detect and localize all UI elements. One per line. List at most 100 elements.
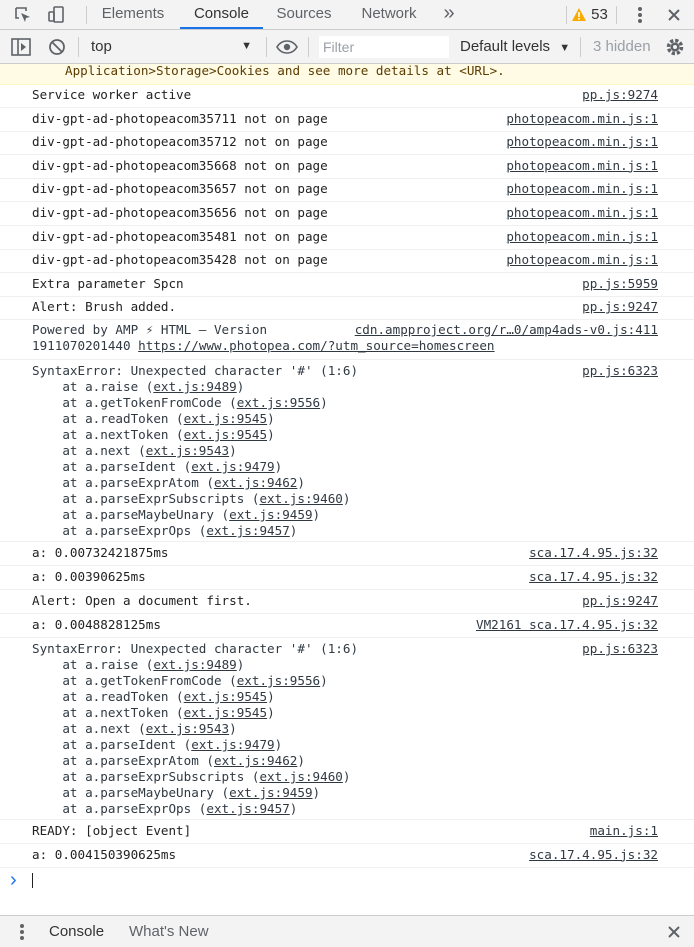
stack-frame-link[interactable]: ext.js:9457 (206, 801, 289, 816)
log-source-link[interactable]: VM2161 sca.17.4.95.js:32 (476, 617, 658, 632)
stack-frame-function: at a.parseIdent ( (32, 459, 192, 474)
amp-line-2: 1911070201440 https://www.photopea.com/?… (32, 338, 495, 353)
log-message: Alert: Open a document first. (32, 593, 252, 608)
device-toolbar-icon[interactable] (42, 0, 72, 29)
log-source-link[interactable]: main.js:1 (590, 823, 658, 838)
stack-frame-close-paren: ) (229, 721, 237, 736)
stack-frame-close-paren: ) (236, 379, 245, 394)
log-source-link[interactable]: photopeacom.min.js:1 (506, 181, 658, 196)
stack-frame-link[interactable]: ext.js:9556 (237, 673, 320, 688)
context-selector[interactable]: top ▼ (84, 30, 256, 63)
stack-frame-function: at a.parseExprOps ( (32, 523, 207, 538)
stack-frame-function: at a.parseExprSubscripts ( (32, 769, 260, 784)
log-source-link[interactable]: sca.17.4.95.js:32 (529, 545, 658, 560)
log-source-link[interactable]: photopeacom.min.js:1 (506, 158, 658, 173)
syntax-error-source-link[interactable]: pp.js:6323 (582, 641, 658, 656)
log-source-link[interactable]: pp.js:9247 (582, 299, 658, 314)
stack-frame-close-paren: ) (342, 769, 351, 784)
tab-elements[interactable]: Elements (95, 0, 171, 29)
log-source-link[interactable]: photopeacom.min.js:1 (506, 134, 658, 149)
stack-frame: at a.next (ext.js:9543) (32, 443, 236, 458)
stack-frame-function: at a.parseMaybeUnary ( (32, 507, 230, 522)
dropdown-arrow-icon: ▼ (559, 42, 571, 54)
stack-frame-function: at a.raise ( (32, 379, 154, 394)
stack-frame-link[interactable]: ext.js:9459 (229, 785, 312, 800)
stack-frame: at a.nextToken (ext.js:9545) (32, 427, 274, 442)
log-row: div-gpt-ad-photopeacom35428 not on page p… (0, 249, 694, 274)
log-message: div-gpt-ad-photopeacom35712 not on page (32, 134, 328, 150)
log-source-link[interactable]: sca.17.4.95.js:32 (529, 569, 658, 584)
stack-frame-link[interactable]: ext.js:9489 (153, 379, 236, 394)
toolbar-divider (308, 37, 309, 57)
show-sidebar-icon[interactable] (8, 30, 34, 63)
stack-frame-link[interactable]: ext.js:9462 (214, 753, 297, 768)
stack-frame: at a.parseExprOps (ext.js:9457) (32, 801, 297, 816)
live-expression-eye-icon[interactable] (274, 30, 300, 63)
close-drawer-icon[interactable] (664, 916, 684, 947)
tab-network[interactable]: Network (352, 0, 426, 29)
stack-frame-link[interactable]: ext.js:9556 (237, 395, 320, 410)
stack-frame-link[interactable]: ext.js:9489 (153, 657, 236, 672)
stack-frame-function: at a.readToken ( (32, 689, 184, 704)
filter-input[interactable] (319, 36, 449, 58)
clear-console-icon[interactable] (44, 30, 70, 63)
stack-frame-function: at a.parseExprOps ( (32, 801, 207, 816)
stack-frame-link[interactable]: ext.js:9543 (146, 721, 229, 736)
stack-frame-link[interactable]: ext.js:9479 (191, 459, 274, 474)
drawer-menu-icon[interactable] (12, 916, 32, 947)
stack-frame-link[interactable]: ext.js:9545 (184, 689, 267, 704)
amp-link[interactable]: https://www.photopea.com/?utm_source=hom… (138, 338, 494, 353)
warnings-counter[interactable]: 53 (570, 0, 610, 29)
syntax-error-source-link[interactable]: pp.js:6323 (582, 363, 658, 378)
stack-frame: at a.nextToken (ext.js:9545) (32, 705, 275, 720)
stack-frame-link[interactable]: ext.js:9543 (146, 443, 229, 458)
tab-sources[interactable]: Sources (270, 0, 338, 29)
log-source-link[interactable]: photopeacom.min.js:1 (506, 111, 658, 126)
stack-frame-link[interactable]: ext.js:9457 (206, 523, 289, 538)
more-tabs-button[interactable]: » (436, 0, 462, 29)
log-levels-dropdown[interactable]: Default levels ▼ (460, 30, 570, 63)
log-source-link[interactable]: pp.js:5959 (582, 276, 658, 291)
close-devtools-icon[interactable] (662, 0, 686, 29)
settings-gear-icon[interactable] (662, 30, 688, 63)
stack-frame-link[interactable]: ext.js:9460 (259, 769, 342, 784)
console-prompt[interactable]: › (0, 868, 694, 894)
log-message: a: 0.0048828125ms (32, 617, 161, 632)
stack-frame-link[interactable]: ext.js:9459 (229, 507, 312, 522)
stack-frame: at a.parseIdent (ext.js:9479) (32, 459, 282, 474)
log-source-link[interactable]: photopeacom.min.js:1 (506, 229, 658, 244)
log-source-link[interactable]: pp.js:9274 (582, 87, 658, 102)
stack-frame-link[interactable]: ext.js:9460 (259, 491, 342, 506)
inspect-element-icon[interactable] (8, 0, 38, 29)
stack-frame: at a.parseMaybeUnary (ext.js:9459) (32, 507, 320, 522)
stack-frame-function: at a.parseIdent ( (32, 737, 192, 752)
drawer-tab-whats-new[interactable]: What's New (129, 916, 209, 947)
amp-message-row: Powered by AMP ⚡ HTML – Version 19110702… (0, 320, 694, 360)
stack-frame-close-paren: ) (342, 491, 351, 506)
log-message: Alert: Brush added. (32, 299, 177, 315)
log-source-link[interactable]: photopeacom.min.js:1 (506, 252, 658, 267)
log-source-link[interactable]: photopeacom.min.js:1 (506, 205, 658, 220)
stack-frame-link[interactable]: ext.js:9479 (191, 737, 274, 752)
kebab-menu-icon[interactable] (628, 0, 652, 29)
log-row: div-gpt-ad-photopeacom35657 not on page p… (0, 178, 694, 203)
drawer-tab-console[interactable]: Console (49, 916, 104, 947)
log-source-link[interactable]: pp.js:9247 (582, 593, 658, 608)
stack-frame-function: at a.parseMaybeUnary ( (32, 785, 230, 800)
stack-frame-function: at a.next ( (32, 443, 146, 458)
log-row: a: 0.0048828125ms VM2161 sca.17.4.95.js:3… (0, 614, 694, 638)
stack-frame-function: at a.raise ( (32, 657, 154, 672)
stack-frame-close-paren: ) (267, 705, 275, 720)
log-source-link[interactable]: sca.17.4.95.js:32 (529, 847, 658, 862)
amp-line-1: Powered by AMP ⚡ HTML – Version (32, 322, 268, 337)
cookie-warning-text: Application>Storage>Cookies and see more… (65, 63, 505, 78)
stack-frame-link[interactable]: ext.js:9545 (184, 427, 267, 442)
tab-console[interactable]: Console (180, 0, 263, 29)
log-row: a: 0.00390625ms sca.17.4.95.js:32 (0, 566, 694, 590)
stack-frame-link[interactable]: ext.js:9545 (184, 705, 267, 720)
log-row: div-gpt-ad-photopeacom35656 not on page p… (0, 202, 694, 226)
stack-frame-link[interactable]: ext.js:9462 (214, 475, 297, 490)
amp-source-link[interactable]: cdn.ampproject.org/r…0/amp4ads-v0.js:411 (355, 322, 658, 337)
stack-frame: at a.getTokenFromCode (ext.js:9556) (32, 395, 327, 410)
stack-frame-link[interactable]: ext.js:9545 (184, 411, 267, 426)
